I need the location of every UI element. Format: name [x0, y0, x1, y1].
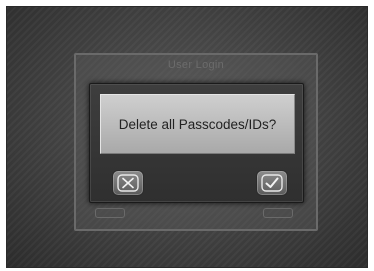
- cancel-button[interactable]: [112, 170, 144, 196]
- confirmation-message: Delete all Passcodes/IDs?: [118, 116, 277, 132]
- user-login-right-button: [263, 208, 293, 218]
- device-screen: User Login Delete all Passcodes/IDs?: [6, 6, 368, 268]
- check-icon: [261, 174, 283, 192]
- confirm-button[interactable]: [256, 170, 288, 196]
- user-login-title: User Login: [167, 59, 225, 71]
- delete-confirmation-dialog: Delete all Passcodes/IDs?: [89, 83, 304, 203]
- user-login-left-button: [95, 208, 125, 218]
- close-icon: [117, 174, 139, 192]
- message-panel: Delete all Passcodes/IDs?: [100, 94, 295, 154]
